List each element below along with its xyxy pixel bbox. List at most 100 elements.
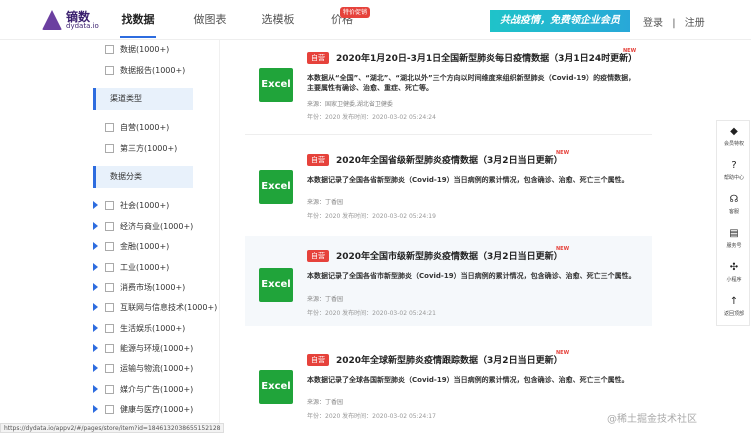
dataset-title[interactable]: 2020年1月20日-3月1日全国新型肺炎每日疫情数据（3月1日24时更新）: [336, 51, 637, 64]
dataset-meta: 年份：2020 发布时间：2020-03-02 05:24:21: [307, 310, 436, 317]
auth-links: 登录 | 注册: [643, 14, 711, 29]
checkbox[interactable]: [105, 123, 114, 132]
dataset-description: 本数据记录了全国各省新型肺炎（Covid-19）当日病例的累计情况，包含确诊、治…: [307, 176, 629, 184]
expand-arrow-icon[interactable]: [93, 283, 98, 291]
filter-label: 消费市场(1000+): [120, 283, 186, 292]
free-membership-banner[interactable]: 共战疫情，免费领企业会员: [490, 10, 630, 32]
new-badge: NEW: [623, 48, 637, 54]
checkbox[interactable]: [105, 283, 114, 292]
dataset-title[interactable]: 2020年全国市级新型肺炎疫情数据（3月2日当日更新）: [336, 249, 563, 262]
filter-label: 第三方(1000+): [120, 144, 178, 153]
nav-price[interactable]: 价格: [312, 0, 372, 40]
expand-arrow-icon[interactable]: [93, 324, 98, 332]
self-operated-tag: 自营: [307, 354, 329, 366]
register-link[interactable]: 注册: [685, 18, 705, 29]
checkbox[interactable]: [105, 263, 114, 272]
new-badge: NEW: [556, 350, 570, 356]
new-badge: NEW: [556, 246, 570, 252]
checkbox[interactable]: [105, 66, 114, 75]
logo-name: 镝数: [66, 9, 91, 24]
expand-arrow-icon[interactable]: [93, 385, 98, 393]
expand-arrow-icon[interactable]: [93, 344, 98, 352]
filter-data[interactable]: 数据(1000+): [105, 44, 169, 55]
service-account-button[interactable]: ▤ 服务号: [717, 223, 751, 257]
category-item[interactable]: 能源与环境(1000+): [93, 343, 194, 354]
expand-arrow-icon[interactable]: [93, 222, 98, 230]
checkbox[interactable]: [105, 344, 114, 353]
checkbox[interactable]: [105, 45, 114, 54]
checkbox[interactable]: [105, 201, 114, 210]
filter-sidebar: 数据(1000+) 数据报告(1000+) 渠道类型 自营(1000+) 第三方…: [0, 40, 230, 433]
dataset-card[interactable]: Excel 自营 2020年全球新型肺炎疫情跟踪数据（3月2日当日更新） NEW…: [245, 344, 652, 434]
login-link[interactable]: 登录: [643, 18, 663, 29]
filter-label: 经济与商业(1000+): [120, 222, 194, 231]
float-label: 返回顶部: [723, 311, 744, 317]
category-item[interactable]: 经济与商业(1000+): [93, 221, 194, 232]
dataset-description: 本数据记录了全国各省市新型肺炎（Covid-19）当日病例的累计情况，包含确诊、…: [307, 272, 636, 280]
category-item[interactable]: 消费市场(1000+): [93, 282, 186, 293]
checkbox[interactable]: [105, 324, 114, 333]
card-divider: [245, 134, 652, 135]
nav-find-data[interactable]: 找数据: [108, 0, 168, 40]
nav-make-chart[interactable]: 做图表: [180, 0, 240, 40]
filter-label: 互联网与信息技术(1000+): [120, 303, 218, 312]
filter-label: 能源与环境(1000+): [120, 344, 194, 353]
dataset-description: 本数据从“全国”、“湖北”、“湖北以外”三个方向以时间维度来组织新型肺炎（Cov…: [307, 74, 636, 92]
checkbox[interactable]: [105, 303, 114, 312]
category-item[interactable]: 健康与医疗(1000+): [93, 404, 193, 415]
dataset-title[interactable]: 2020年全国省级新型肺炎疫情数据（3月2日当日更新）: [336, 153, 563, 166]
back-to-top-icon: ↑: [729, 296, 739, 307]
back-to-top-button[interactable]: ↑ 返回顶部: [717, 291, 751, 325]
dataset-card[interactable]: Excel 自营 2020年1月20日-3月1日全国新型肺炎每日疫情数据（3月1…: [245, 42, 652, 132]
dataset-description: 本数据记录了全球各国新型肺炎（Covid-19）当日病例的累计情况，包含确诊、治…: [307, 376, 629, 384]
dataset-card[interactable]: Excel 自营 2020年全国省级新型肺炎疫情数据（3月2日当日更新） NEW…: [245, 144, 652, 234]
category-item[interactable]: 媒介与广告(1000+): [93, 384, 193, 395]
checkbox[interactable]: [105, 385, 114, 394]
self-operated-tag: 自营: [307, 154, 329, 166]
expand-arrow-icon[interactable]: [93, 201, 98, 209]
customer-service-button[interactable]: ☊ 客服: [717, 189, 751, 223]
logo-subtitle: dydata.io: [66, 21, 99, 30]
main-nav: 找数据 做图表 选模板 价格: [108, 0, 374, 40]
top-navigation-bar: 镝数 dydata.io 找数据 做图表 选模板 价格 特价促销 共战疫情，免费…: [0, 0, 751, 40]
category-item[interactable]: 互联网与信息技术(1000+): [93, 302, 218, 313]
data-category-heading: 数据分类: [93, 166, 193, 188]
filter-self-operated[interactable]: 自营(1000+): [105, 122, 169, 133]
mini-program-button[interactable]: ✣ 小程序: [717, 257, 751, 291]
filter-label: 生活娱乐(1000+): [120, 324, 186, 333]
float-label: 会员特权: [723, 141, 744, 147]
filter-data-report[interactable]: 数据报告(1000+): [105, 65, 185, 76]
category-item[interactable]: 运输与物流(1000+): [93, 363, 193, 374]
checkbox[interactable]: [105, 405, 114, 414]
category-item[interactable]: 社会(1000+): [93, 200, 169, 211]
dataset-card-hovered[interactable]: Excel 自营 2020年全国市级新型肺炎疫情数据（3月2日当日更新） NEW…: [245, 236, 652, 326]
self-operated-tag: 自营: [307, 250, 329, 262]
expand-arrow-icon[interactable]: [93, 364, 98, 372]
new-badge: NEW: [556, 150, 570, 156]
self-operated-tag: 自营: [307, 52, 329, 64]
expand-arrow-icon[interactable]: [93, 303, 98, 311]
vip-privilege-button[interactable]: ◆ 会员特权: [717, 121, 751, 155]
dataset-meta: 年份：2020 发布时间：2020-03-02 05:24:17: [307, 413, 436, 420]
dydata-logo[interactable]: 镝数 dydata.io: [42, 10, 99, 30]
checkbox[interactable]: [105, 222, 114, 231]
logo-mark-icon: [42, 10, 62, 30]
checkbox[interactable]: [105, 242, 114, 251]
expand-arrow-icon[interactable]: [93, 405, 98, 413]
auth-separator: |: [672, 18, 676, 29]
nav-templates[interactable]: 选模板: [248, 0, 308, 40]
dataset-title[interactable]: 2020年全球新型肺炎疫情跟踪数据（3月2日当日更新）: [336, 353, 563, 366]
category-item[interactable]: 金融(1000+): [93, 241, 169, 252]
filter-third-party[interactable]: 第三方(1000+): [105, 143, 177, 154]
dataset-source: 来源：丁香园: [307, 199, 344, 206]
expand-arrow-icon[interactable]: [93, 242, 98, 250]
category-item[interactable]: 工业(1000+): [93, 262, 169, 273]
float-label: 帮助中心: [723, 175, 744, 181]
category-item[interactable]: 生活娱乐(1000+): [93, 323, 186, 334]
help-center-button[interactable]: ? 帮助中心: [717, 155, 751, 189]
sidebar-divider: [219, 40, 220, 433]
checkbox[interactable]: [105, 364, 114, 373]
expand-arrow-icon[interactable]: [93, 263, 98, 271]
checkbox[interactable]: [105, 144, 114, 153]
filter-label: 自营(1000+): [120, 123, 170, 132]
